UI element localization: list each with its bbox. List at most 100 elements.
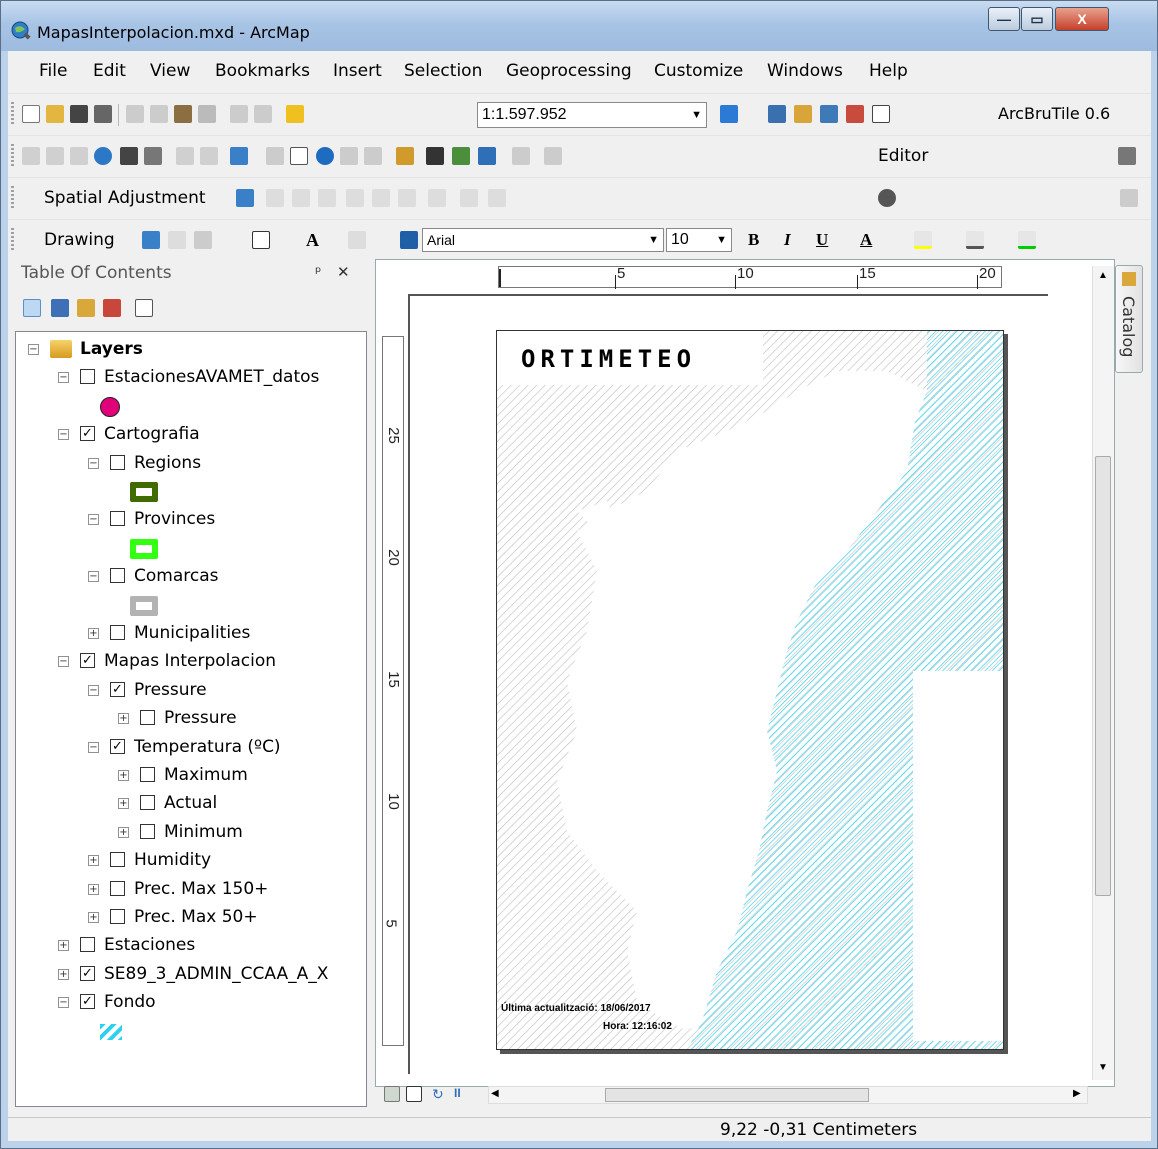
data-view-icon[interactable]	[384, 1086, 400, 1102]
expand-icon[interactable]: +	[88, 855, 99, 867]
catalog-tab[interactable]: Catalog	[1115, 265, 1143, 373]
measure-icon[interactable]	[396, 147, 414, 165]
limit-area-icon[interactable]	[372, 189, 390, 207]
toolbar-grip[interactable]	[11, 144, 14, 168]
select-pointer-icon[interactable]	[142, 231, 160, 249]
toolbar-grip[interactable]	[11, 186, 14, 210]
layer-item[interactable]: − Comarcas	[16, 563, 366, 589]
collapse-icon[interactable]: −	[88, 457, 99, 469]
forward-icon[interactable]	[200, 147, 218, 165]
collapse-icon[interactable]: −	[88, 684, 99, 696]
catalog-window-icon[interactable]	[794, 105, 812, 123]
font-combo[interactable]: Arial ▼	[422, 228, 664, 252]
expand-icon[interactable]: +	[88, 628, 99, 639]
polygon-symbol-icon[interactable]	[130, 538, 158, 559]
list-by-source-icon[interactable]	[51, 299, 69, 317]
layer-item[interactable]: − ✓ Cartografia	[16, 421, 366, 447]
edge-match-icon[interactable]	[488, 189, 506, 207]
title-bar[interactable]: MapasInterpolacion.mxd - ArcMap — ▭ X	[1, 1, 1157, 51]
layout-view[interactable]: 5 10 15 20 25 20 15 10 5 ORTIMETEO Últim…	[375, 259, 1115, 1104]
zoom-out-icon[interactable]	[46, 147, 64, 165]
spatial-adjustment-menu[interactable]: Spatial Adjustment	[44, 188, 206, 208]
text-icon[interactable]: A	[306, 231, 324, 249]
vertical-scrollbar[interactable]: ▲ ▼	[1092, 266, 1114, 1080]
redo-icon[interactable]	[254, 105, 272, 123]
arcbrutile-menu[interactable]: ArcBruTile 0.6	[998, 104, 1110, 123]
expand-icon[interactable]: +	[58, 968, 69, 980]
layer-visibility-checkbox[interactable]	[110, 511, 125, 527]
layer-visibility-checkbox[interactable]: ✓	[80, 994, 95, 1010]
pin-icon[interactable]: ᵖ	[315, 263, 321, 281]
select-features-icon[interactable]	[230, 147, 248, 165]
scroll-left-icon[interactable]: ◀	[491, 1088, 499, 1099]
hatch-symbol-icon[interactable]	[100, 1023, 122, 1040]
point-symbol-icon[interactable]	[100, 396, 120, 417]
identity-link-icon[interactable]	[346, 189, 364, 207]
overflow-icon[interactable]	[1120, 189, 1138, 207]
add-data-icon[interactable]	[286, 105, 304, 123]
go-to-xy-icon[interactable]	[478, 147, 496, 165]
menu-customize[interactable]: Customize	[654, 61, 743, 81]
layer-item[interactable]: + Prec. Max 50+	[16, 904, 366, 930]
expand-icon[interactable]: +	[118, 826, 129, 838]
layer-visibility-checkbox[interactable]	[110, 568, 125, 584]
layer-item[interactable]: − ✓ Mapas Interpolacion	[16, 648, 366, 674]
toolbar-grip[interactable]	[11, 228, 14, 252]
collapse-icon[interactable]: −	[58, 372, 69, 384]
underline-button[interactable]: U	[816, 230, 828, 250]
expand-icon[interactable]: +	[88, 883, 99, 895]
layer-item[interactable]: + ✓ SE89_3_ADMIN_CCAA_A_X	[16, 961, 366, 987]
collapse-icon[interactable]: −	[28, 344, 39, 355]
toolbar-grip[interactable]	[11, 102, 14, 126]
expand-icon[interactable]: +	[118, 713, 129, 725]
select-elements-icon[interactable]	[290, 147, 308, 165]
collapse-icon[interactable]: −	[88, 514, 99, 526]
callout-icon[interactable]	[348, 231, 366, 249]
open-icon[interactable]	[46, 105, 64, 123]
sketch-tool-icon[interactable]	[878, 189, 896, 207]
drawing-menu[interactable]: Drawing	[44, 230, 115, 250]
collapse-icon[interactable]: −	[58, 656, 69, 668]
multi-link-icon[interactable]	[318, 189, 336, 207]
layer-visibility-checkbox[interactable]	[110, 625, 125, 640]
layer-item[interactable]: + Pressure	[16, 705, 366, 731]
time-slider-icon[interactable]	[512, 147, 530, 165]
menu-insert[interactable]: Insert	[333, 61, 382, 81]
layer-item[interactable]: + Prec. Max 150+	[16, 876, 366, 902]
layer-item[interactable]: − ✓ Pressure	[16, 677, 366, 703]
layer-visibility-checkbox[interactable]	[110, 909, 125, 924]
clear-limit-icon[interactable]	[398, 189, 416, 207]
layer-item[interactable]: + Humidity	[16, 847, 366, 873]
horizontal-scroll-thumb[interactable]	[605, 1088, 869, 1102]
bold-button[interactable]: B	[748, 230, 759, 250]
overflow-icon[interactable]	[1118, 147, 1136, 165]
layout-view-icon[interactable]	[406, 1086, 422, 1102]
collapse-icon[interactable]: −	[88, 741, 99, 753]
fill-color-icon[interactable]	[914, 231, 932, 249]
collapse-icon[interactable]: −	[58, 429, 69, 441]
layer-visibility-checkbox[interactable]	[140, 767, 155, 782]
layer-visibility-checkbox[interactable]	[80, 369, 95, 385]
menu-file[interactable]: File	[39, 61, 67, 81]
paste-icon[interactable]	[174, 105, 192, 123]
layer-item[interactable]: + Estaciones	[16, 932, 366, 958]
find-route-icon[interactable]	[452, 147, 470, 165]
layer-visibility-checkbox[interactable]: ✓	[110, 681, 125, 697]
scroll-right-icon[interactable]: ▶	[1073, 1088, 1081, 1099]
layer-item[interactable]: − ✓ Temperatura (ºC)	[16, 734, 366, 760]
menu-edit[interactable]: Edit	[93, 61, 126, 81]
print-icon[interactable]	[94, 105, 112, 123]
rotate-icon[interactable]	[168, 231, 186, 249]
new-displacement-link-icon[interactable]	[266, 189, 284, 207]
cut-icon[interactable]	[126, 105, 144, 123]
layer-item[interactable]: − ✓ Fondo	[16, 989, 366, 1015]
menu-selection[interactable]: Selection	[404, 61, 482, 81]
layer-item[interactable]: − Provinces	[16, 506, 366, 532]
pause-drawing-icon[interactable]: II	[454, 1086, 472, 1104]
html-popup-icon[interactable]	[364, 147, 382, 165]
rectangle-icon[interactable]	[252, 231, 270, 249]
menu-windows[interactable]: Windows	[767, 61, 843, 81]
select-elements-icon[interactable]	[236, 189, 254, 207]
layer-visibility-checkbox[interactable]: ✓	[110, 738, 125, 754]
layer-item[interactable]: + Maximum	[16, 762, 366, 788]
